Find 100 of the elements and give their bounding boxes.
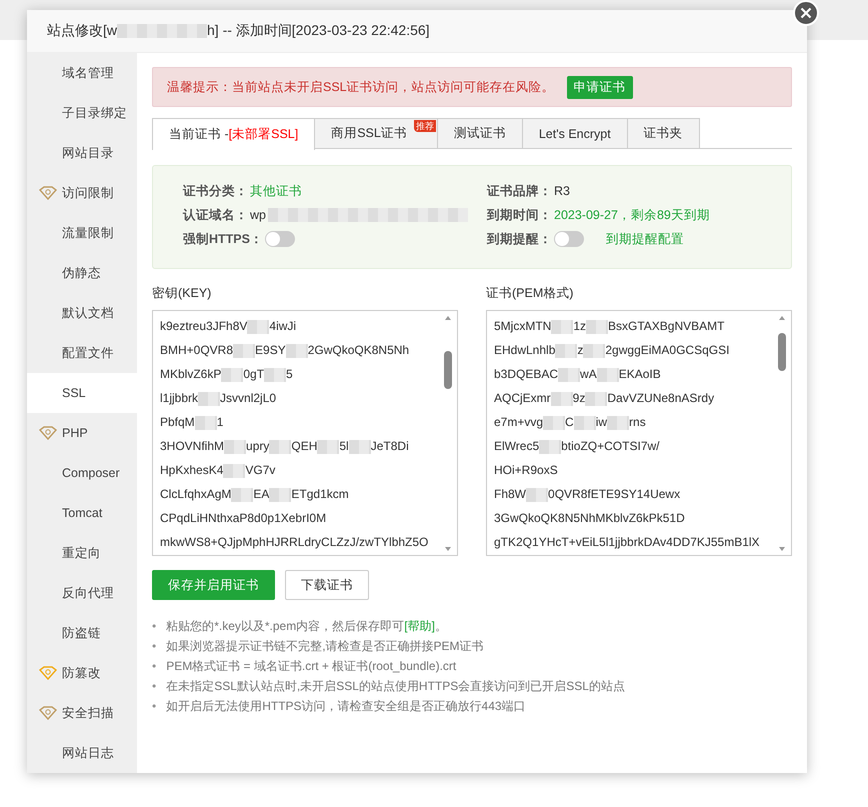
code-line: e7m+vvg C iw rns [494, 414, 647, 432]
tab[interactable]: 当前证书 -[未部署SSL] [152, 118, 316, 150]
redaction-blur [286, 344, 308, 358]
redaction-blur [585, 392, 608, 406]
redaction-blur [596, 368, 619, 382]
redaction-blur [348, 440, 371, 454]
redaction-blur [607, 416, 630, 430]
redaction-blur [198, 392, 220, 406]
sidebar-item[interactable]: Composer [27, 453, 137, 493]
code-line: HOi+R9oxS [494, 462, 559, 479]
redaction-blur [526, 488, 548, 502]
code-line: mkwWS8+QJjpMphHJRRLdryCLZzJ/zwTYlbhZ5O [160, 534, 430, 551]
scrollbar-thumb[interactable] [778, 333, 786, 371]
redaction-blur [233, 344, 256, 358]
sidebar-item[interactable]: 配置文件 [27, 333, 137, 373]
sidebar-item[interactable]: 网站日志 [27, 733, 137, 773]
bullet: • [152, 698, 156, 715]
sidebar-item[interactable]: 网站目录 [27, 133, 137, 173]
sidebar-item[interactable]: 域名管理 [27, 53, 137, 93]
field-label: 到期提醒： [487, 230, 552, 248]
window-title: 站点修改[w [47, 22, 117, 40]
sidebar-item[interactable]: SSL [27, 373, 137, 413]
sidebar-item[interactable]: 默认文档 [27, 293, 137, 333]
toggle-switch[interactable] [264, 231, 295, 247]
code-line: PbfqM 1 [160, 414, 224, 432]
tip-text: PEM格式证书 = 域名证书.crt + 根证书(root_bundle).crt [166, 658, 456, 675]
gem-icon [39, 186, 57, 200]
field-value: R3 [554, 184, 570, 198]
bullet: • [152, 638, 156, 655]
redaction-blur [223, 464, 246, 478]
field-value: 其他证书 [250, 182, 302, 200]
redaction-blur [574, 416, 596, 430]
redaction-blur [264, 368, 286, 382]
tip-text: 如果浏览器提示证书链不完整,请检查是否正确拼接PEM证书 [166, 638, 484, 655]
field-label: 密钥(KEY) [152, 285, 212, 302]
bullet: • [152, 658, 156, 675]
tip-text: 如开启后无法使用HTTPS访问，请检查安全组是否正确放行443端口 [166, 698, 526, 715]
code-line: l1jjbbrk Jsvvnl2jL0 [160, 390, 278, 408]
code-line: CPqdLiHNthxaP8d0p1XebrI0M [160, 510, 328, 527]
code-line: Fh8W 0QVR8fETE9SY14Uewx [494, 486, 682, 504]
code-line: 3HOVNfihM upry QEH 5l JeT8Di [160, 438, 410, 456]
tab[interactable]: 证书夹 [626, 118, 700, 148]
field-label: 证书分类： [183, 182, 248, 200]
field-value: 2023-09-27，剩余89天到期 [554, 206, 710, 224]
field-label: 证书(PEM格式) [486, 285, 574, 302]
sidebar-item[interactable]: 重定向 [27, 533, 137, 573]
warning-text: 温馨提示：当前站点未开启SSL证书访问，站点访问可能存在风险。 [167, 78, 555, 96]
redaction-blur [586, 320, 608, 334]
sidebar-item[interactable]: 安全扫描 [27, 693, 137, 733]
code-line: MKblvZ6kP 0gT 5 [160, 366, 294, 384]
download-button[interactable]: 下载证书 [285, 570, 369, 600]
certificate-field[interactable] [486, 310, 792, 556]
tab[interactable]: 测试证书 [436, 118, 523, 148]
toggle-switch[interactable] [554, 231, 584, 247]
sidebar-item[interactable]: Tomcat [27, 493, 137, 533]
recommend-ribbon: 推荐 [414, 120, 436, 132]
redaction-blur [269, 440, 292, 454]
key-field[interactable] [152, 310, 458, 556]
redaction-blur [543, 416, 566, 430]
scrollbar-thumb[interactable] [444, 351, 452, 389]
field-label: 到期时间： [487, 206, 552, 224]
tab[interactable]: Let's Encrypt [522, 118, 628, 148]
sidebar-item[interactable]: 防盗链 [27, 613, 137, 653]
tip-text: 在未指定SSL默认站点时,未开启SSL的站点使用HTTPS会直接访问到已开启SSL的站点 [166, 678, 625, 695]
code-line: EHdwLnhlb z 2gwggEiMA0GCSqGSI [494, 342, 730, 360]
redaction-blur [231, 488, 254, 502]
field-label: 证书品牌： [487, 182, 552, 200]
sidebar-item[interactable]: 子目录绑定 [27, 93, 137, 133]
redaction-blur [317, 440, 340, 454]
redaction-blur [221, 368, 244, 382]
sidebar-item[interactable]: PHP [27, 413, 137, 453]
code-line: 5MjcxMTN 1z BsxGTAXBgNVBAMT [494, 318, 726, 336]
redaction-blur [583, 344, 606, 358]
code-line: gTK2Q1YHcT+vEiL5l1jjbbrkDAv4DD7KJ55mB1lX [494, 534, 761, 551]
bullet: • [152, 678, 156, 695]
sidebar-item[interactable]: 防篡改 [27, 653, 137, 693]
sidebar-item[interactable]: 伪静态 [27, 253, 137, 293]
field-label: 认证域名： [183, 206, 248, 224]
gem-icon [39, 706, 57, 720]
gem-icon [39, 426, 57, 440]
sidebar-item[interactable]: 访问限制 [27, 173, 137, 213]
tab[interactable]: 商用SSL证书 推荐 [314, 118, 438, 148]
redaction-blur [539, 440, 562, 454]
window-title: h] -- 添加时间[2023-03-23 22:42:56] [207, 22, 430, 40]
code-line: BMH+0QVR8 E9SY 2GwQkoQK8N5Nh [160, 342, 410, 360]
redaction-blur [550, 392, 573, 406]
code-line: k9eztreu3JFh8V 4iwJi [160, 318, 298, 336]
code-line: 3GwQkoQK8N5NhMKblvZ6kPk51D [494, 510, 686, 527]
sidebar-item[interactable]: 反向代理 [27, 573, 137, 613]
code-line: ClcLfqhxAgM EA ETgd1kcm [160, 486, 350, 504]
bullet: • [152, 618, 156, 635]
redaction-blur [224, 440, 246, 454]
redaction-blur [558, 368, 580, 382]
code-line: HpKxhesK4 VG7v [160, 462, 276, 480]
field-value: wp [250, 208, 266, 222]
tip-text: 粘贴您的*.key以及*.pem内容，然后保存即可[帮助]。 [166, 618, 447, 635]
redaction-blur [247, 320, 270, 334]
code-line: ElWrec5 btioZQ+COTSI7w/ [494, 438, 660, 456]
redaction-blur [269, 488, 292, 502]
sidebar-item[interactable]: 流量限制 [27, 213, 137, 253]
